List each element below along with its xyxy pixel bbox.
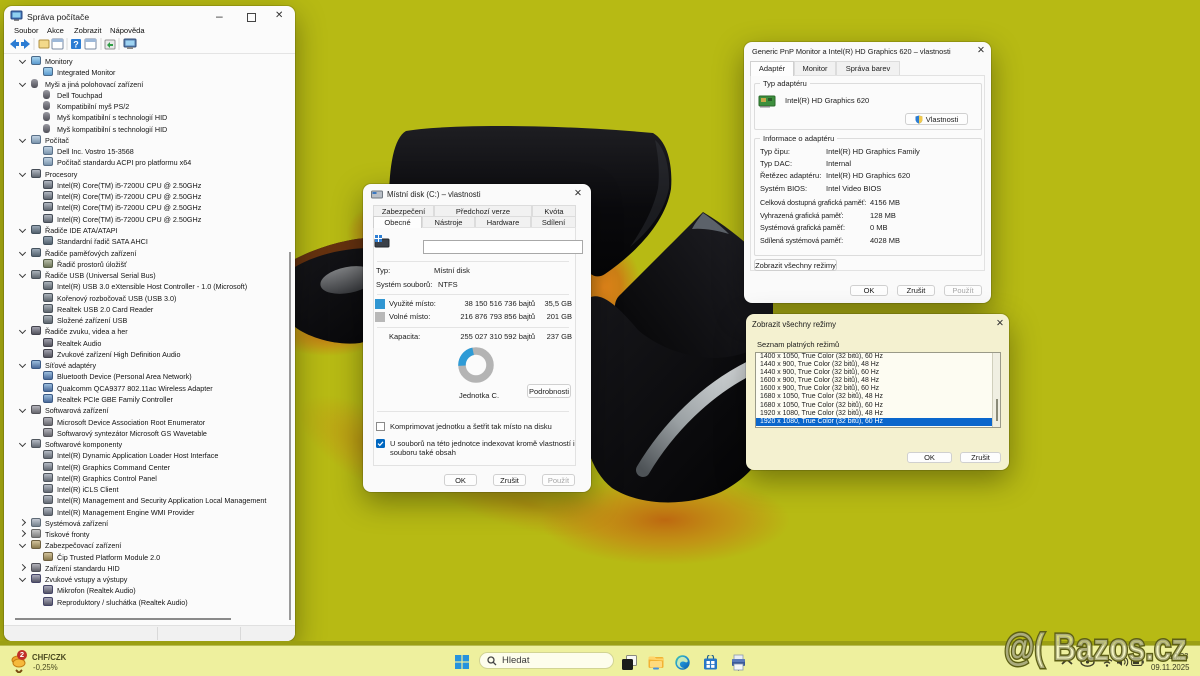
svg-text:?: ? [73,40,79,50]
